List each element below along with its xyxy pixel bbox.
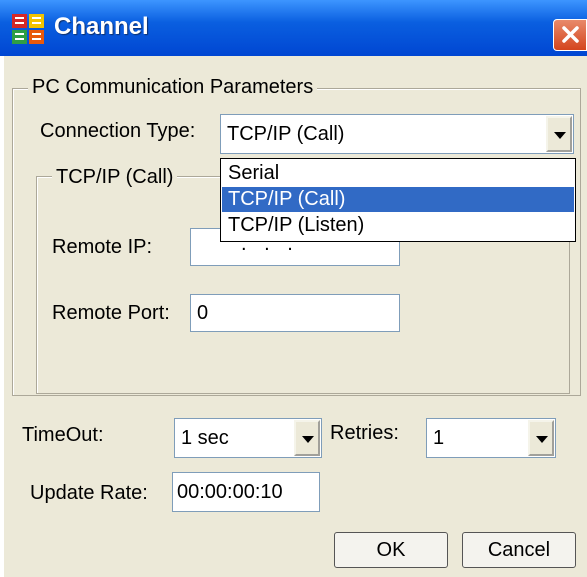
timeout-select[interactable]: 1 sec bbox=[174, 418, 322, 458]
connection-type-dropdown-button[interactable] bbox=[546, 116, 572, 152]
title-bar[interactable]: Channel bbox=[0, 0, 587, 56]
timeout-dropdown-button[interactable] bbox=[294, 420, 320, 456]
chevron-down-icon bbox=[536, 436, 548, 443]
update-rate-label: Update Rate: bbox=[30, 482, 148, 504]
update-rate-input[interactable]: 00:00:00:10 bbox=[172, 472, 320, 512]
list-item-serial[interactable]: Serial bbox=[222, 161, 574, 186]
pc-communication-group-title: PC Communication Parameters bbox=[28, 76, 318, 99]
connection-type-value: TCP/IP (Call) bbox=[227, 123, 345, 145]
tcp-ip-group-title: TCP/IP (Call) bbox=[52, 166, 178, 189]
ok-button[interactable]: OK bbox=[334, 532, 448, 568]
connection-type-list: Serial TCP/IP (Call) TCP/IP (Listen) bbox=[220, 158, 576, 242]
timeout-label: TimeOut: bbox=[22, 424, 104, 446]
remote-ip-label: Remote IP: bbox=[52, 236, 153, 258]
retries-select[interactable]: 1 bbox=[426, 418, 556, 458]
close-button[interactable] bbox=[553, 19, 587, 51]
timeout-value: 1 sec bbox=[181, 427, 229, 449]
connection-type-label: Connection Type: bbox=[40, 120, 196, 142]
remote-port-input[interactable]: 0 bbox=[190, 294, 400, 332]
retries-label: Retries: bbox=[330, 422, 399, 444]
channel-dialog: Channel PC Communication Parameters Conn… bbox=[0, 0, 587, 577]
remote-port-label: Remote Port: bbox=[52, 302, 170, 324]
list-item-tcp-ip-call[interactable]: TCP/IP (Call) bbox=[222, 187, 574, 212]
remote-port-value: 0 bbox=[197, 302, 209, 324]
update-rate-value: 00:00:00:10 bbox=[177, 481, 283, 503]
list-item-tcp-ip-listen[interactable]: TCP/IP (Listen) bbox=[222, 213, 574, 238]
chevron-down-icon bbox=[302, 436, 314, 443]
retries-dropdown-button[interactable] bbox=[528, 420, 554, 456]
connection-type-select[interactable]: TCP/IP (Call) bbox=[220, 114, 574, 154]
app-icon bbox=[12, 14, 44, 44]
chevron-down-icon bbox=[554, 132, 566, 139]
window-title: Channel bbox=[54, 13, 149, 40]
retries-value: 1 bbox=[433, 427, 445, 449]
cancel-button[interactable]: Cancel bbox=[462, 532, 576, 568]
close-icon bbox=[562, 26, 579, 43]
dialog-body: PC Communication Parameters Connection T… bbox=[4, 56, 587, 577]
